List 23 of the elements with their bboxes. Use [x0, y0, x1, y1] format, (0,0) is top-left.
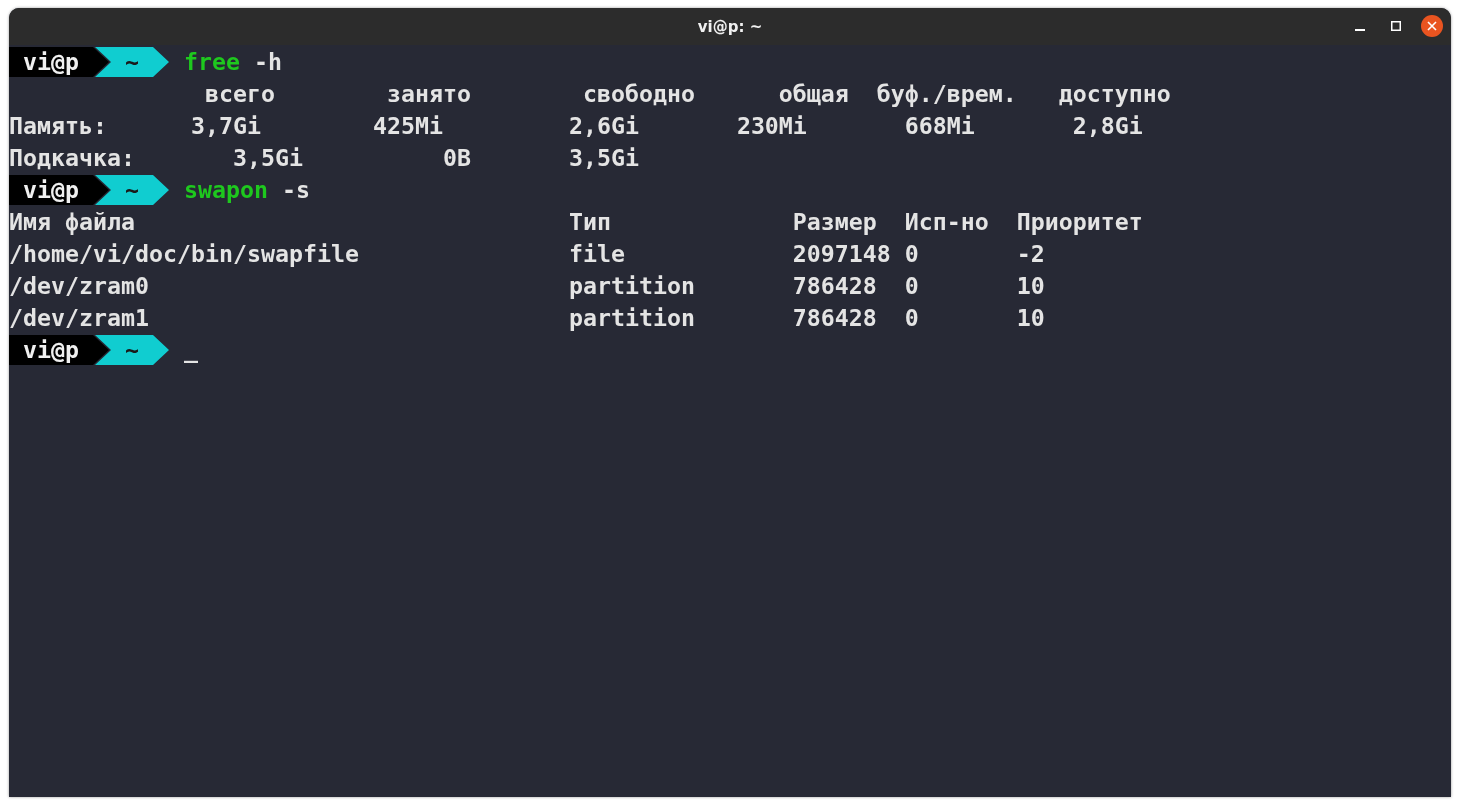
- minimize-icon: [1355, 29, 1365, 31]
- output-line: Память: 3,7Gi 425Mi 2,6Gi 230Mi 668Mi 2,8Gi: [9, 111, 1143, 141]
- command-arguments: -s: [282, 175, 310, 205]
- prompt-user: vi@p: [9, 175, 109, 205]
- output-line: /dev/zram0 partition 786428 0 10: [9, 271, 1045, 301]
- output-line: Имя файла Тип Размер Исп-но Приоритет: [9, 207, 1143, 237]
- close-icon: [1427, 21, 1437, 31]
- output-line: Подкачка: 3,5Gi 0B 3,5Gi: [9, 143, 639, 173]
- text-cursor: _: [184, 335, 198, 365]
- output-line: всего занято свободно общая буф./врем. доступно: [203, 79, 1171, 109]
- command-text: free: [184, 47, 240, 77]
- output-line: /dev/zram1 partition 786428 0 10: [9, 303, 1045, 333]
- command-text: swapon: [184, 175, 268, 205]
- window-title: vi@p: ~: [697, 17, 763, 36]
- prompt-directory: ~: [95, 175, 169, 205]
- prompt-directory: ~: [95, 47, 169, 77]
- prompt-user: vi@p: [9, 335, 109, 365]
- close-button[interactable]: [1421, 15, 1443, 37]
- maximize-icon: [1391, 21, 1401, 31]
- command-arguments: -h: [254, 47, 282, 77]
- output-line: /home/vi/doc/bin/swapfile file 2097148 0 -2: [9, 239, 1045, 269]
- prompt-user: vi@p: [9, 47, 109, 77]
- prompt-directory: ~: [95, 335, 169, 365]
